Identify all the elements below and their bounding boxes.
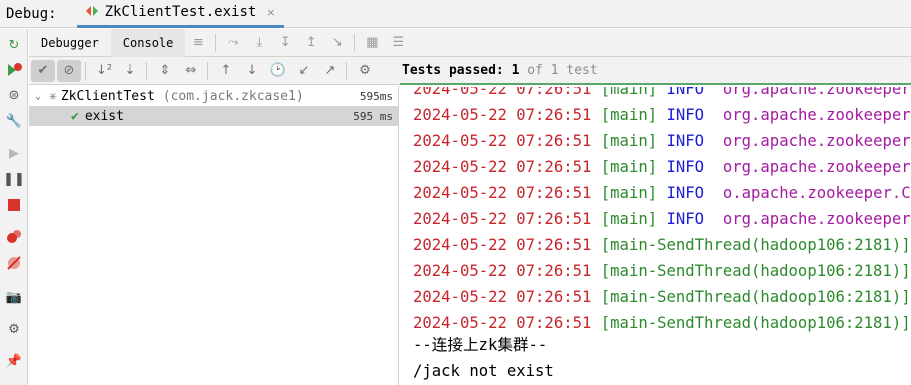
separator	[85, 61, 86, 80]
test-history-icon[interactable]: 🕑	[266, 60, 290, 82]
view-breakpoints-icon[interactable]	[6, 229, 22, 245]
step-into-icon[interactable]: ↧	[272, 35, 298, 50]
next-failed-icon[interactable]: ↓	[240, 60, 264, 82]
left-toolbar: ↻ ⊜ 🔧 ▶ ❚❚ 📷 ⚙ 📌	[0, 29, 28, 385]
separator	[354, 33, 356, 52]
settings-icon[interactable]: ⚙	[6, 321, 22, 337]
expand-all-icon[interactable]: ⇕	[153, 60, 177, 82]
tab-debugger[interactable]: Debugger	[29, 29, 111, 57]
status-suffix: of 1 test	[527, 62, 598, 78]
log-line: 2024-05-22 07:26:51 [main] INFO org.apac…	[413, 158, 911, 176]
debug-label: Debug:	[6, 5, 57, 22]
separator	[346, 61, 347, 80]
test-class-name: ZkClientTest	[60, 88, 155, 104]
camera-icon[interactable]: 📷	[6, 289, 22, 305]
tab-console[interactable]: Console	[110, 28, 186, 57]
log-line: 2024-05-22 07:26:51 [main-SendThread(had…	[413, 236, 911, 254]
test-class-duration: 595ms	[359, 89, 393, 103]
separator	[207, 61, 208, 80]
trace-icon[interactable]: ☰	[385, 35, 411, 50]
mute-breakpoints-icon[interactable]	[6, 255, 22, 271]
step-out-icon[interactable]: ↥	[298, 35, 324, 50]
pause-icon[interactable]: ❚❚	[3, 171, 25, 187]
sort-alphabetically-icon[interactable]: ↓²	[92, 60, 116, 82]
separator	[215, 33, 217, 52]
log-line: 2024-05-22 07:26:51 [main-SendThread(had…	[413, 288, 911, 306]
pin-icon[interactable]: 📌	[6, 353, 22, 369]
menu-icon[interactable]: ≡	[185, 35, 211, 50]
log-line: 2024-05-22 07:26:51 [main-SendThread(had…	[413, 262, 911, 280]
evaluate-expression-icon[interactable]: ▦	[359, 35, 385, 50]
tab-title: ZkClientTest.exist	[104, 4, 257, 20]
wrench-icon[interactable]: 🔧	[6, 113, 22, 129]
test-method-name: exist	[84, 108, 124, 124]
import-tests-icon[interactable]: ↙	[292, 60, 316, 82]
test-runner-toolbar: ✔ ⊘ ↓² ⇣ ⇕ ⇔ ↑ ↓ 🕑 ↙ ↗ ⚙	[29, 57, 400, 85]
log-line: 2024-05-22 07:26:51 [main] INFO org.apac…	[413, 132, 911, 150]
spinner-icon: ✳	[49, 88, 57, 104]
test-tree: ⌄ ✳ ZkClientTest (com.jack.zkcase1) 595m…	[29, 86, 399, 385]
rerun-icon[interactable]: ↻	[6, 37, 22, 53]
export-tests-icon[interactable]: ↗	[318, 60, 342, 82]
test-class-package: (com.jack.zkcase1)	[162, 88, 304, 104]
status-prefix: Tests passed:	[402, 62, 504, 78]
tests-passed-status: Tests passed: 1 of 1 test	[402, 63, 598, 78]
rerun-failed-icon[interactable]	[6, 62, 22, 78]
junit-run-icon	[85, 4, 99, 21]
log-line: 2024-05-22 07:26:51 [main] INFO o.apache…	[413, 184, 911, 202]
sort-by-duration-icon[interactable]: ⇣	[118, 60, 142, 82]
test-status-bar: Tests passed: 1 of 1 test	[400, 57, 911, 85]
separator	[146, 61, 147, 80]
console-output[interactable]: 2024-05-22 07:26:51 [main] INFO org.apac…	[400, 87, 911, 385]
show-ignored-icon[interactable]: ⊘	[57, 59, 81, 82]
show-execution-point-icon[interactable]: ⤳	[220, 35, 246, 50]
step-over-icon[interactable]: ⤓	[246, 35, 272, 50]
console-output-line: --连接上zk集群--	[413, 336, 548, 354]
log-line: 2024-05-22 07:26:51 [main] INFO org.apac…	[413, 87, 911, 98]
test-method-duration: 595 ms	[353, 109, 393, 123]
test-settings-icon[interactable]: ⚙	[353, 60, 377, 82]
show-passed-icon[interactable]: ✔	[31, 59, 55, 82]
close-icon[interactable]: ×	[266, 6, 275, 19]
log-line: 2024-05-22 07:26:51 [main] INFO org.apac…	[413, 210, 911, 228]
toggle-auto-test-icon[interactable]: ⊜	[6, 87, 22, 103]
console-output-line: /jack not exist	[413, 362, 554, 380]
log-line: 2024-05-22 07:26:51 [main] INFO org.apac…	[413, 106, 911, 124]
previous-failed-icon[interactable]: ↑	[214, 60, 238, 82]
tab-zkclienttest-exist[interactable]: ZkClientTest.exist ×	[76, 0, 284, 28]
tree-row-exist[interactable]: ✔ exist 595 ms	[29, 106, 399, 126]
stop-icon[interactable]	[6, 197, 22, 213]
run-to-cursor-icon[interactable]: ↘	[324, 35, 350, 50]
check-icon: ✔	[71, 108, 79, 124]
debug-titlebar: Debug: ZkClientTest.exist ×	[0, 0, 911, 28]
chevron-down-icon[interactable]: ⌄	[35, 91, 41, 102]
status-passed-count: 1	[511, 62, 520, 78]
resume-icon[interactable]: ▶	[6, 145, 22, 161]
collapse-all-icon[interactable]: ⇔	[179, 60, 203, 82]
debug-subtoolbar: Debugger Console ≡ ⤳ ⤓ ↧ ↥ ↘ ▦ ☰	[29, 28, 911, 57]
tree-row-root[interactable]: ⌄ ✳ ZkClientTest (com.jack.zkcase1) 595m…	[29, 86, 399, 106]
